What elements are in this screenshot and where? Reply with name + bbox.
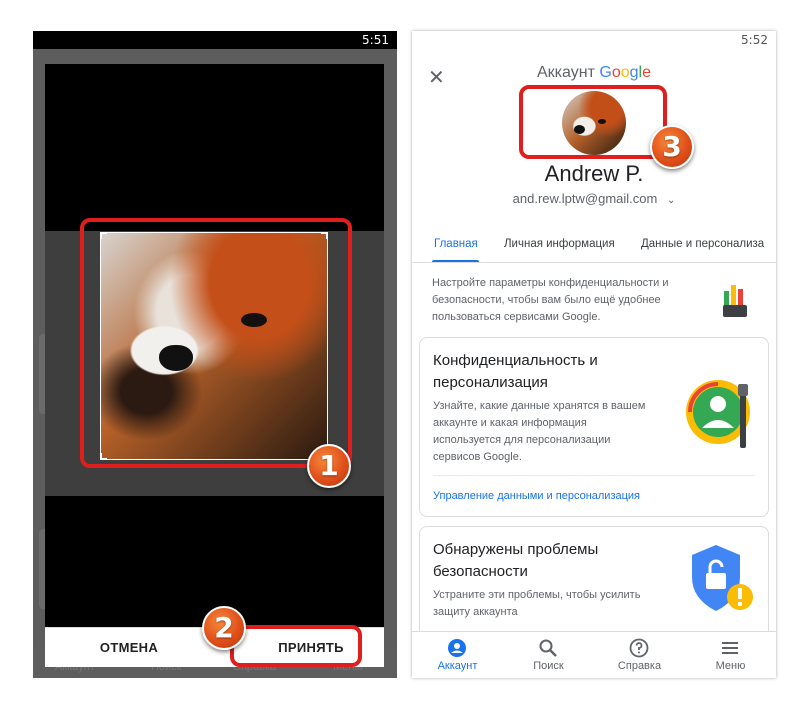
security-card[interactable]: Обнаружены проблемы безопасности Устрани… — [419, 526, 769, 646]
pencils-illustration-icon — [723, 285, 747, 317]
nav-account[interactable]: Аккаунт — [412, 632, 503, 678]
step-badge-2: 2 — [202, 606, 246, 650]
active-tab-indicator — [432, 260, 479, 262]
crop-photo[interactable] — [100, 232, 328, 460]
crop-area[interactable] — [45, 64, 384, 627]
card-text: Узнайте, какие данные хранятся в вашем а… — [433, 400, 646, 463]
card-title: Обнаружены проблемы безопасности — [433, 541, 599, 580]
chevron-down-icon[interactable]: ⌄ — [667, 195, 675, 206]
left-screenshot: 5:51 Аккаунт Поиск Справка Меню ОТМЕНА П… — [33, 31, 397, 678]
user-name: Andrew P. — [544, 161, 644, 186]
cancel-button[interactable]: ОТМЕНА — [59, 628, 199, 668]
card-divider — [433, 475, 755, 476]
nav-label: Справка — [617, 660, 662, 672]
user-email[interactable]: and.rew.lptw@gmail.com ⌄ — [412, 191, 776, 206]
bottom-navigation: Аккаунт Поиск Справка Меню — [412, 631, 776, 678]
step-badge-3: 3 — [650, 125, 694, 169]
nav-label: Меню — [715, 660, 746, 672]
accept-button[interactable]: ПРИНЯТЬ — [241, 628, 381, 668]
tab-data-personalization[interactable]: Данные и персонализа — [641, 238, 764, 250]
privacy-illustration-icon — [686, 380, 750, 448]
intro-text: Настройте параметры конфиденциальности и… — [432, 277, 669, 323]
status-bar: 5:52 — [412, 31, 776, 49]
step-badge-1: 1 — [307, 444, 351, 488]
status-time: 5:51 — [362, 33, 389, 47]
crop-handle-top-left[interactable] — [100, 232, 107, 239]
nav-help[interactable]: Справка — [594, 632, 685, 678]
status-time: 5:52 — [741, 33, 768, 47]
right-screenshot: 5:52 ✕ Аккаунт Google Andrew P. and.rew.… — [412, 31, 776, 678]
nav-label: Аккаунт — [437, 660, 478, 672]
crop-handle-bottom-left[interactable] — [100, 453, 107, 460]
account-tabs: Главная Личная информация Данные и персо… — [412, 231, 776, 263]
google-logo: Google — [599, 64, 651, 81]
help-icon — [629, 638, 649, 658]
status-bar: 5:51 — [33, 31, 397, 49]
card-text: Устраните эти проблемы, чтобы усилить за… — [433, 589, 641, 618]
avatar[interactable] — [562, 91, 626, 155]
red-panda-eye — [241, 313, 267, 327]
red-panda-eye — [598, 119, 606, 124]
security-shield-icon — [692, 545, 753, 611]
crop-handle-top-right[interactable] — [321, 232, 328, 239]
red-panda-nose — [159, 345, 193, 371]
menu-icon — [722, 642, 738, 654]
privacy-card[interactable]: Конфиденциальность и персонализация Узна… — [419, 337, 769, 517]
tab-home[interactable]: Главная — [434, 238, 478, 250]
tab-personal-info[interactable]: Личная информация — [504, 238, 615, 250]
account-header: Аккаунт Google — [412, 64, 776, 82]
nav-search[interactable]: Поиск — [503, 632, 594, 678]
manage-data-link[interactable]: Управление данными и персонализация — [433, 490, 640, 502]
red-panda-nose — [574, 125, 585, 134]
header-title: Аккаунт — [537, 64, 595, 81]
email-text: and.rew.lptw@gmail.com — [512, 191, 658, 206]
search-icon — [539, 639, 557, 657]
nav-menu[interactable]: Меню — [685, 632, 776, 678]
nav-label: Поиск — [533, 660, 564, 672]
account-circle-icon — [448, 639, 466, 657]
card-title: Конфиденциальность и персонализация — [433, 352, 598, 391]
